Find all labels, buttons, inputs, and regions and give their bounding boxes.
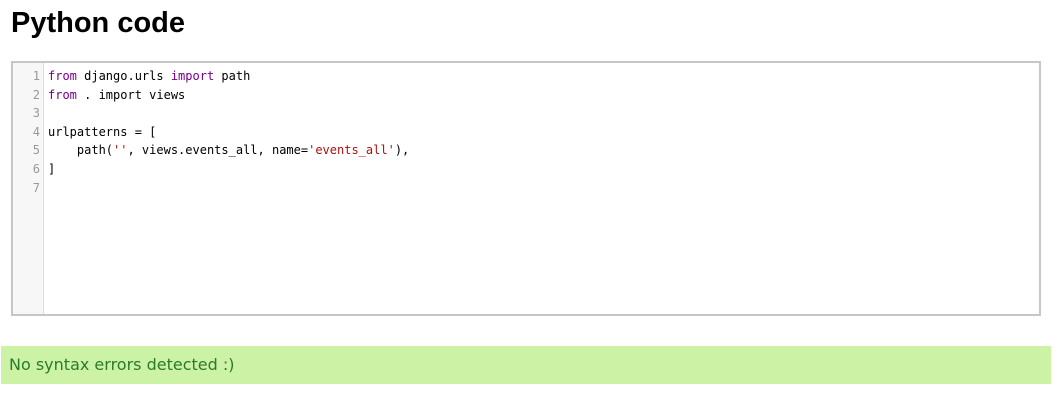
code-line[interactable]: urlpatterns = [ xyxy=(48,123,409,142)
syntax-status-message: No syntax errors detected :) xyxy=(9,355,235,374)
code-keyword: from xyxy=(48,87,77,102)
page-title: Python code xyxy=(11,7,186,39)
code-content[interactable]: from django.urls import path from . impor… xyxy=(48,67,409,197)
code-keyword: import xyxy=(170,69,215,83)
line-number-gutter: 1 2 3 4 5 6 7 xyxy=(13,63,44,314)
code-line[interactable]: path('', views.events_all, name='events_… xyxy=(48,141,409,160)
code-line[interactable]: from . import views xyxy=(48,86,409,105)
line-numbers: 1 2 3 4 5 6 7 xyxy=(13,67,40,197)
code-token: path xyxy=(214,69,251,83)
code-line[interactable] xyxy=(48,179,409,198)
code-token: . import views xyxy=(76,87,186,102)
code-token: ] xyxy=(48,161,56,176)
code-string: 'events_all' xyxy=(308,143,395,158)
code-string: '' xyxy=(113,143,128,158)
line-number: 3 xyxy=(32,106,40,121)
line-number: 4 xyxy=(32,124,40,139)
code-keyword: from xyxy=(48,69,77,83)
line-number: 1 xyxy=(32,69,40,83)
code-token: ), xyxy=(394,143,410,158)
code-line[interactable]: ] xyxy=(48,160,409,179)
code-token: urlpatterns = [ xyxy=(48,124,157,139)
syntax-status-bar: No syntax errors detected :) xyxy=(1,346,1051,384)
code-editor[interactable]: 1234567 from django.urls import path from… xyxy=(11,61,1041,316)
code-token: path( xyxy=(48,143,114,158)
line-number: 7 xyxy=(32,180,40,195)
code-token: , views.events_all, name= xyxy=(127,143,309,158)
code-line[interactable] xyxy=(48,104,409,123)
line-number: 5 xyxy=(32,143,40,158)
code-line[interactable]: from django.urls import path xyxy=(48,67,409,86)
line-number: 6 xyxy=(32,161,40,176)
code-token: django.urls xyxy=(76,69,171,83)
line-number: 2 xyxy=(32,87,40,102)
